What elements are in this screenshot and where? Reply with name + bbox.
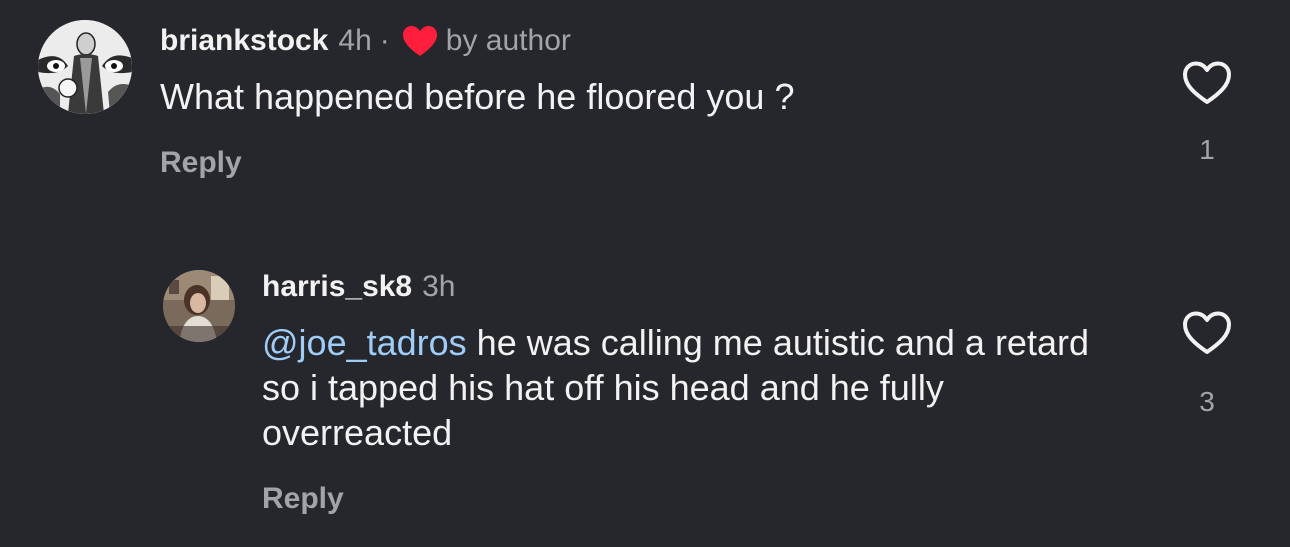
like-heart-icon[interactable]	[1181, 310, 1233, 356]
like-heart-icon[interactable]	[1181, 60, 1233, 106]
illustrated-figure-avatar-icon	[38, 20, 132, 114]
author-heart-icon	[402, 25, 438, 57]
comment-header: harris_sk8 3h	[262, 270, 456, 304]
comments-thread: briankstock 4h · by author What happened…	[0, 0, 1290, 547]
comment-text: What happened before he floored you ?	[160, 76, 795, 117]
like-count: 3	[1199, 386, 1215, 417]
comment-timestamp: 3h	[422, 270, 456, 303]
photo-avatar-icon	[163, 270, 235, 342]
mention-link[interactable]: @joe_tadros	[262, 322, 467, 363]
avatar-briankstock[interactable]	[38, 20, 132, 114]
reply-button[interactable]: Reply	[262, 482, 344, 516]
comment-username[interactable]: briankstock	[160, 26, 328, 56]
like-count: 1	[1199, 134, 1215, 165]
liked-by-author-label: by author	[445, 24, 571, 57]
reply-button[interactable]: Reply	[160, 146, 242, 180]
avatar-harris_sk8[interactable]	[163, 270, 235, 342]
comment-header: briankstock 4h · by author	[160, 24, 571, 58]
header-separator: ·	[379, 24, 390, 57]
comment-timestamp: 4h	[338, 24, 372, 57]
comment-text: @joe_tadros he was calling me autistic a…	[262, 320, 1122, 455]
comment-username[interactable]: harris_sk8	[262, 272, 412, 302]
